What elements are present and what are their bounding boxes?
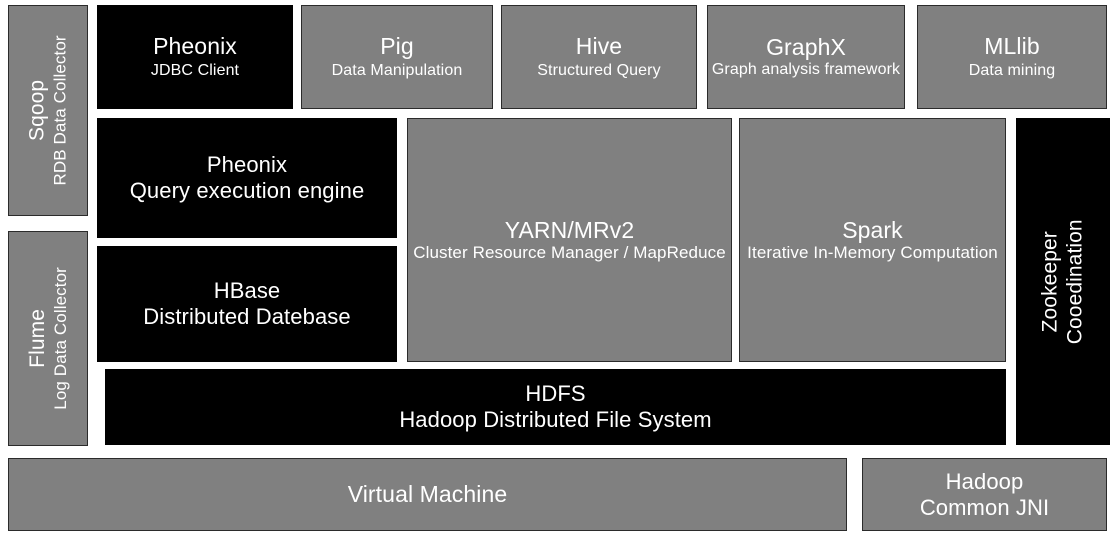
block-hbase: HBase Distributed Datebase — [97, 246, 397, 362]
block-flume: Flume Log Data Collector — [8, 231, 88, 446]
pheonix-engine-subtitle: Query execution engine — [129, 178, 365, 203]
flume-subtitle: Log Data Collector — [50, 267, 70, 410]
block-hive: Hive Structured Query — [501, 5, 697, 109]
block-hadoop-common-jni: Hadoop Common JNI — [862, 458, 1107, 531]
hive-subtitle: Structured Query — [537, 62, 661, 80]
yarn-subtitle: Cluster Resource Manager / MapReduce — [413, 243, 726, 263]
pig-subtitle: Data Manipulation — [331, 62, 463, 80]
spark-title: Spark — [842, 216, 903, 243]
yarn-title: YARN/MRv2 — [504, 216, 635, 243]
sqoop-subtitle: RDB Data Collector — [50, 35, 70, 186]
pheonix-jdbc-title: Pheonix — [153, 33, 237, 60]
hbase-subtitle: Distributed Datebase — [143, 304, 351, 329]
block-pheonix-query-engine: Pheonix Query execution engine — [97, 118, 397, 238]
block-pig: Pig Data Manipulation — [301, 5, 493, 109]
block-graphx: GraphX Graph analysis framework — [707, 5, 905, 109]
zookeeper-label-group: Zookeeper Cooedination — [1038, 219, 1088, 344]
flume-title: Flume — [25, 309, 49, 368]
block-sqoop: Sqoop RDB Data Collector — [8, 5, 88, 216]
spark-subtitle: Iterative In-Memory Computation — [747, 243, 998, 263]
flume-label-group: Flume Log Data Collector — [26, 267, 71, 410]
sqoop-label-group: Sqoop RDB Data Collector — [26, 35, 71, 185]
hdfs-title: HDFS — [525, 381, 586, 407]
pheonix-jdbc-subtitle: JDBC Client — [150, 62, 240, 80]
zookeeper-title: Zookeeper — [1038, 230, 1062, 333]
mllib-subtitle: Data mining — [968, 62, 1056, 80]
sqoop-title: Sqoop — [25, 79, 49, 142]
block-virtual-machine: Virtual Machine — [8, 458, 847, 531]
virtual-machine-title: Virtual Machine — [347, 481, 508, 508]
block-spark: Spark Iterative In-Memory Computation — [739, 118, 1006, 362]
block-zookeeper: Zookeeper Cooedination — [1016, 118, 1110, 445]
pheonix-engine-title: Pheonix — [206, 152, 288, 178]
block-mllib: MLlib Data mining — [917, 5, 1107, 109]
pig-title: Pig — [380, 33, 414, 60]
hdfs-subtitle: Hadoop Distributed File System — [399, 407, 712, 432]
block-hdfs: HDFS Hadoop Distributed File System — [105, 369, 1006, 445]
graphx-title: GraphX — [766, 34, 846, 61]
hadoop-common-jni-title: Hadoop — [945, 468, 1024, 494]
block-yarn-mrv2: YARN/MRv2 Cluster Resource Manager / Map… — [407, 118, 732, 362]
hive-title: Hive — [575, 33, 623, 60]
hadoop-ecosystem-diagram: Sqoop RDB Data Collector Flume Log Data … — [0, 0, 1114, 537]
zookeeper-subtitle: Cooedination — [1063, 219, 1086, 344]
mllib-title: MLlib — [984, 33, 1040, 60]
hbase-title: HBase — [213, 278, 281, 304]
hadoop-common-jni-subtitle: Common JNI — [919, 494, 1050, 520]
block-pheonix-jdbc-client: Pheonix JDBC Client — [97, 5, 293, 109]
graphx-subtitle: Graph analysis framework — [711, 61, 901, 79]
